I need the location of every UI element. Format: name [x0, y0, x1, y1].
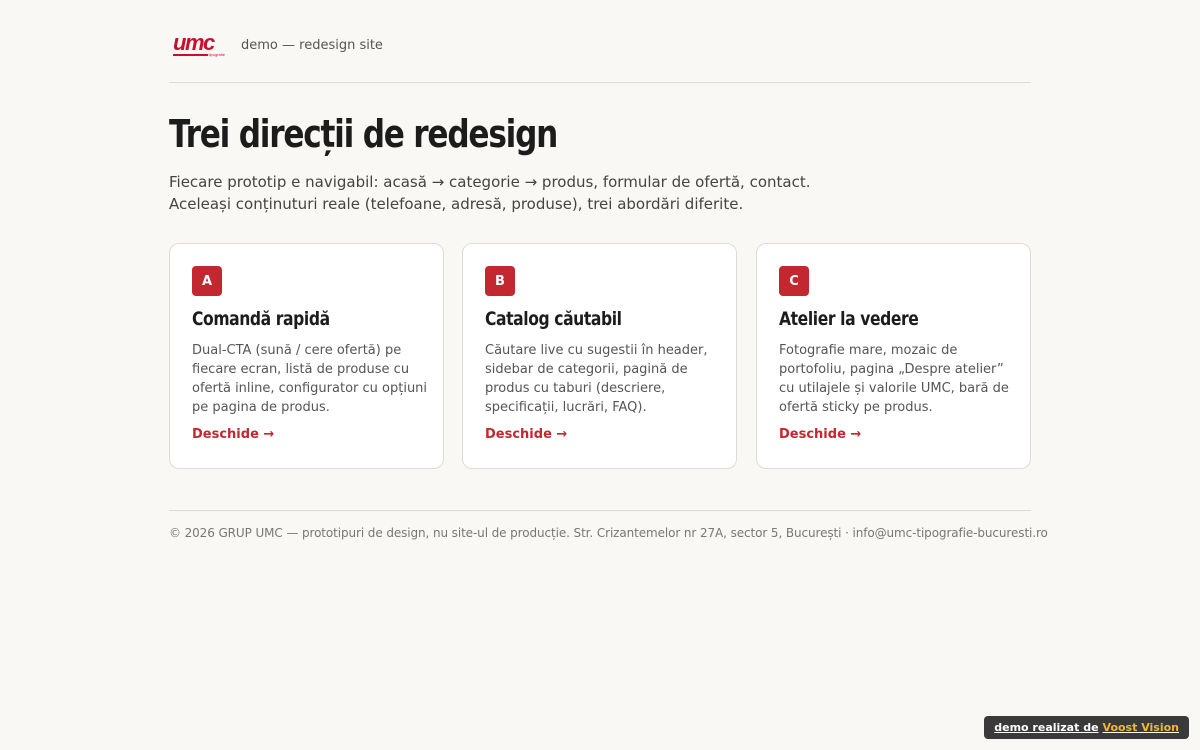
- prototype-card-b[interactable]: B Catalog căutabil Căutare live cu suges…: [462, 243, 737, 469]
- page-intro: Fiecare prototip e navigabil: acasă → ca…: [169, 171, 811, 215]
- card-title: Comandă rapidă: [192, 308, 330, 330]
- open-prototype-b-link[interactable]: Deschide →: [485, 427, 567, 442]
- open-prototype-a-link[interactable]: Deschide →: [192, 427, 274, 442]
- logo-subtitle: tipografie: [207, 52, 225, 57]
- prototype-card-c[interactable]: C Atelier la vedere Fotografie mare, moz…: [756, 243, 1031, 469]
- page-container: umc tipografie demo — redesign site Trei…: [169, 0, 1048, 540]
- card-badge: C: [779, 266, 809, 296]
- umc-logo[interactable]: umc tipografie: [173, 30, 225, 60]
- credit-brand: Voost Vision: [1102, 721, 1179, 734]
- header-tagline: demo — redesign site: [241, 38, 383, 53]
- card-description: Căutare live cu sugestii în header, side…: [485, 343, 708, 415]
- prototype-card-a[interactable]: A Comandă rapidă Dual-CTA (sună / cere o…: [169, 243, 444, 469]
- card-badge: B: [485, 266, 515, 296]
- credit-badge[interactable]: demo realizat de Voost Vision: [984, 716, 1189, 739]
- card-title: Catalog căutabil: [485, 308, 622, 330]
- site-header: umc tipografie demo — redesign site: [169, 0, 1031, 83]
- card-description: Dual-CTA (sună / cere ofertă) pe fiecare…: [192, 343, 428, 415]
- logo-wordmark: umc: [173, 30, 215, 55]
- prototype-cards: A Comandă rapidă Dual-CTA (sună / cere o…: [169, 243, 1031, 469]
- credit-prefix: demo realizat de: [994, 721, 1099, 734]
- intro-line-2: Aceleași conținuturi reale (telefoane, a…: [169, 195, 744, 213]
- page-title: Trei direcții de redesign: [169, 112, 558, 156]
- intro-line-1: Fiecare prototip e navigabil: acasă → ca…: [169, 173, 811, 191]
- card-title: Atelier la vedere: [779, 308, 919, 330]
- card-description: Fotografie mare, mozaic de portofoliu, p…: [779, 343, 1009, 415]
- open-prototype-c-link[interactable]: Deschide →: [779, 427, 861, 442]
- card-badge: A: [192, 266, 222, 296]
- site-footer: © 2026 GRUP UMC — prototipuri de design,…: [169, 510, 1048, 540]
